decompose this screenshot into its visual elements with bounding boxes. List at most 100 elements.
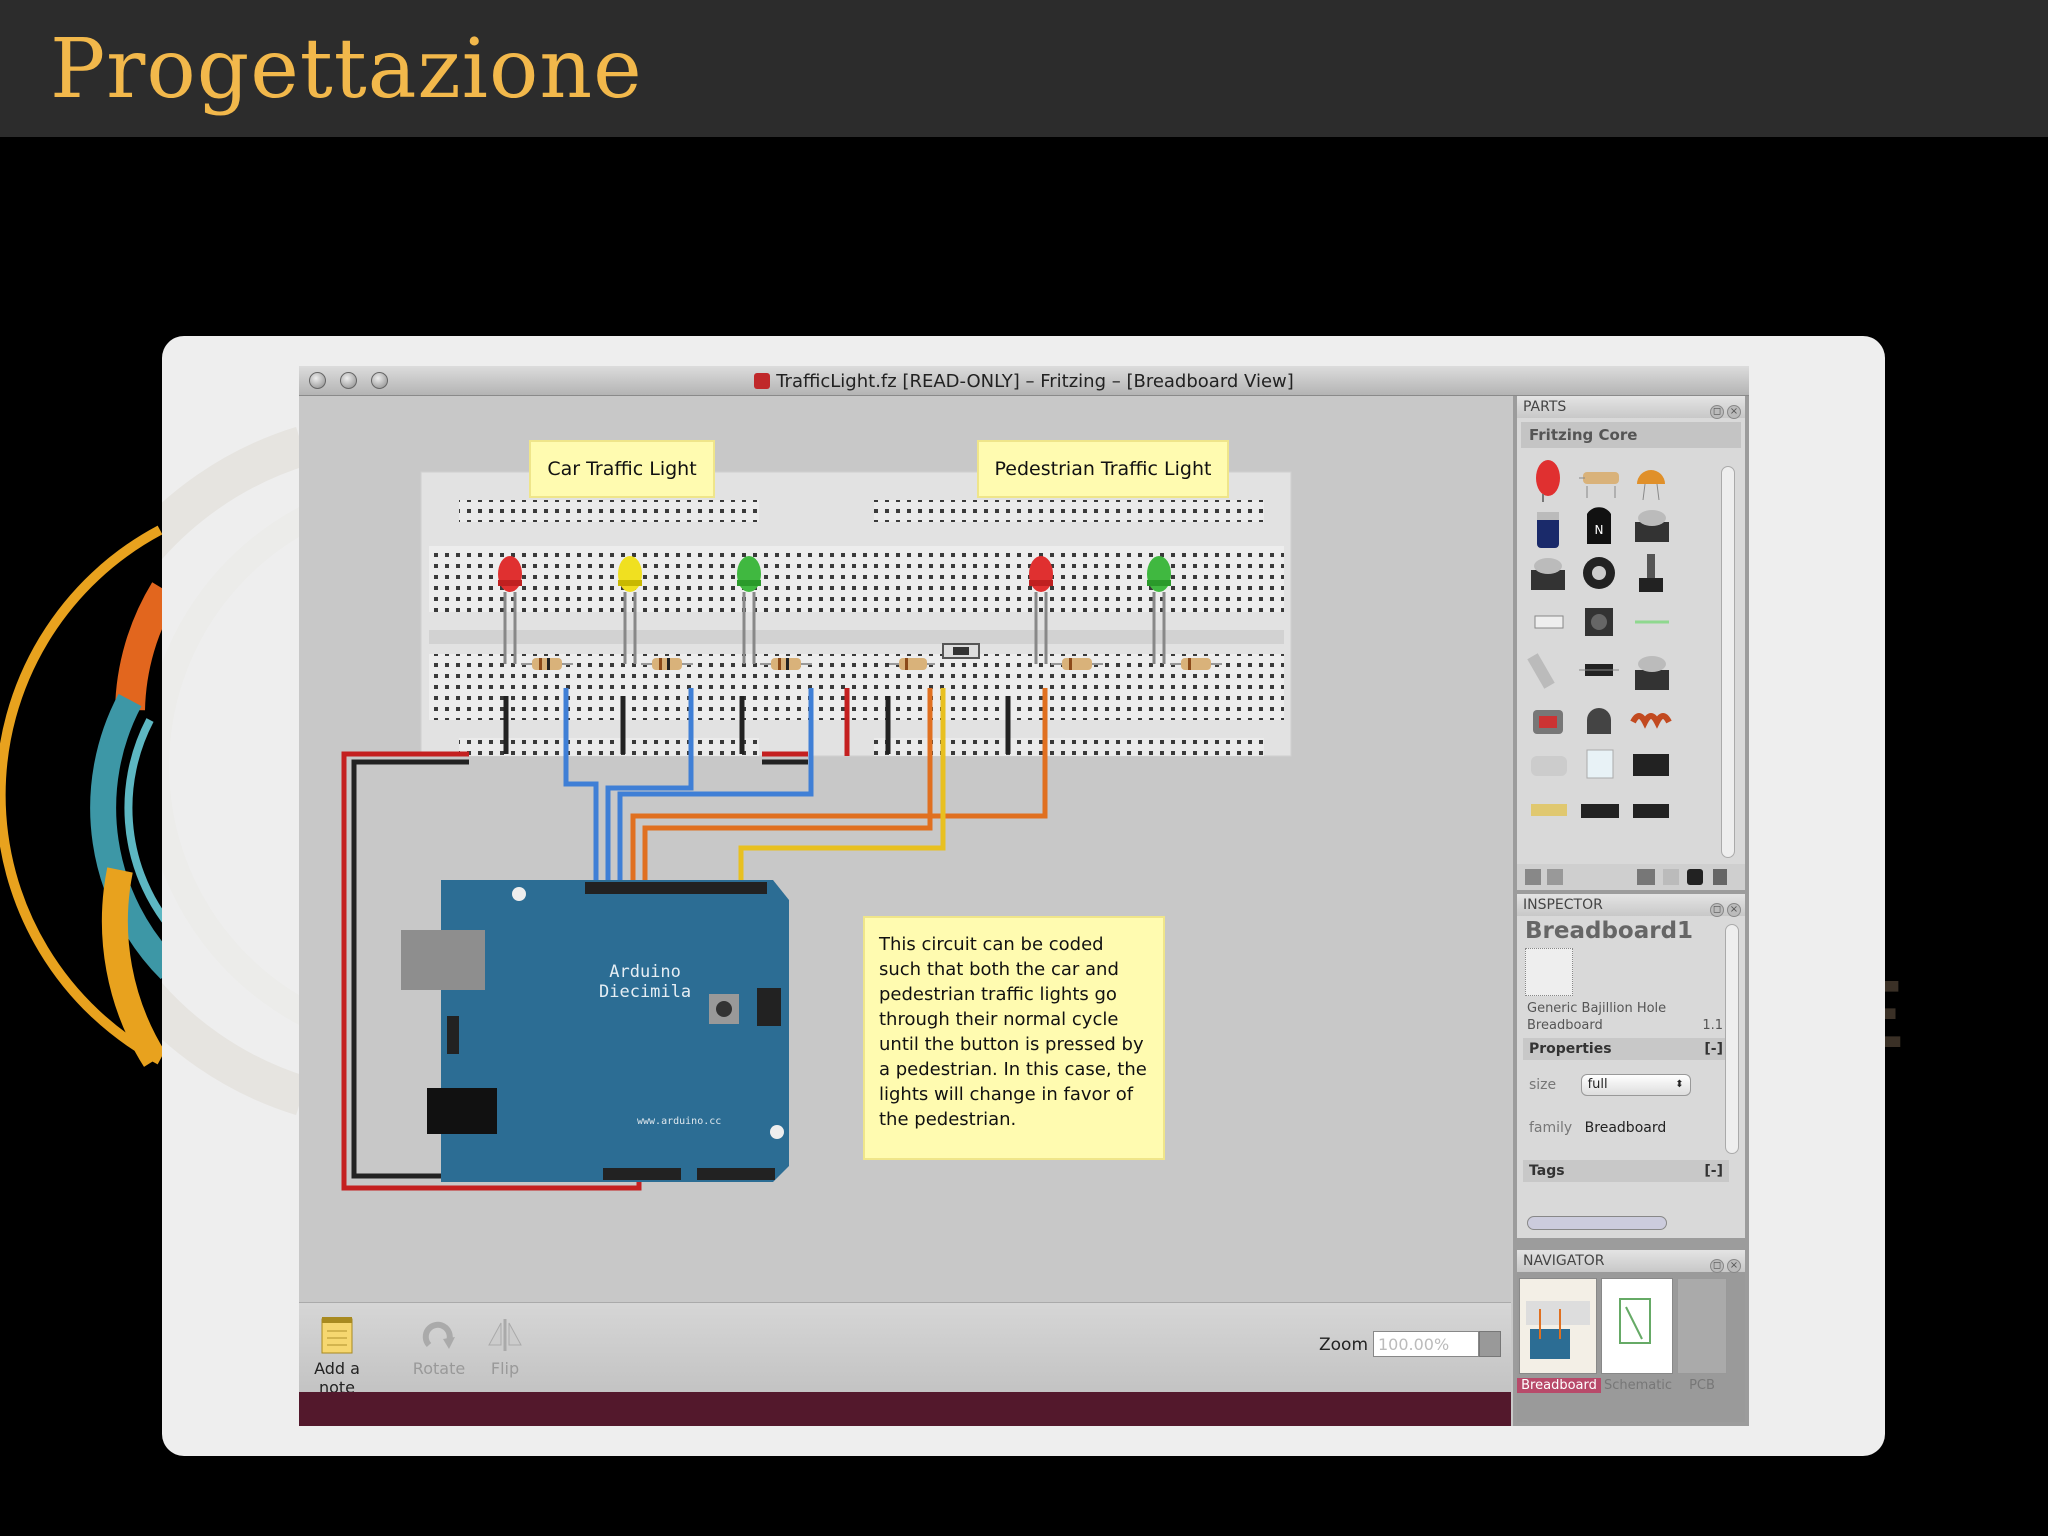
family-property-value: Breadboard	[1584, 1120, 1667, 1136]
float-panel-icon[interactable]: ◻	[1710, 903, 1724, 917]
part-resistor-icon[interactable]	[1579, 472, 1619, 498]
zoom-label: Zoom	[1319, 1335, 1369, 1355]
nav-view-schematic[interactable]: Schematic	[1601, 1378, 1675, 1393]
part-strip-icon[interactable]	[1531, 804, 1669, 818]
arduino-label-line1: Arduino	[609, 962, 681, 982]
car-traffic-light-note-text: Car Traffic Light	[547, 458, 697, 480]
grid-view-icon[interactable]	[1525, 869, 1541, 885]
circuit-drawing	[341, 471, 1292, 1191]
parts-grid: N	[1527, 460, 1672, 818]
part-sensor-icon[interactable]	[1531, 558, 1565, 590]
slide-title: Progettazione	[50, 22, 643, 117]
pushbutton[interactable]	[942, 643, 980, 659]
part-diode-icon[interactable]	[1534, 615, 1564, 629]
float-panel-icon[interactable]: ◻	[1710, 1259, 1724, 1273]
navigator-pcb-thumbnail[interactable]	[1677, 1278, 1727, 1374]
part-potentiometer-icon[interactable]	[1639, 554, 1663, 592]
fritzing-bin-icon[interactable]	[1687, 869, 1703, 885]
part-chip-icon[interactable]	[1635, 510, 1669, 542]
close-panel-icon[interactable]: ×	[1727, 1259, 1741, 1273]
properties-section-header[interactable]: Properties [-]	[1523, 1038, 1729, 1060]
zoom-dropdown-button[interactable]	[1479, 1331, 1501, 1357]
family-property-label: family	[1529, 1120, 1573, 1136]
part-lcd-icon[interactable]	[1586, 749, 1614, 779]
status-bar	[299, 1392, 1511, 1426]
open-bin-icon[interactable]	[1637, 869, 1655, 885]
arduino-label: Arduino Diecimila	[599, 962, 691, 1002]
size-select[interactable]: full ⬍	[1580, 1074, 1691, 1096]
arduino-label-line2: Diecimila	[599, 982, 692, 1002]
inspector-horizontal-scrollbar[interactable]	[1527, 1216, 1667, 1230]
navigator-schematic-thumbnail[interactable]	[1601, 1278, 1673, 1374]
inspector-panel: INSPECTOR ◻ × Breadboard1 Generic Bajilli…	[1517, 894, 1745, 1238]
nav-view-pcb[interactable]: PCB	[1677, 1378, 1727, 1393]
size-select-value: full	[1587, 1077, 1608, 1092]
float-panel-icon[interactable]: ◻	[1710, 405, 1724, 419]
properties-toggle[interactable]: [-]	[1704, 1038, 1723, 1060]
navigator-breadboard-thumbnail[interactable]	[1519, 1278, 1597, 1374]
zoom-input[interactable]	[1373, 1331, 1479, 1357]
fritzing-app-icon	[754, 373, 771, 389]
arduino-url: www.arduino.cc	[637, 1116, 722, 1127]
navigator-panel: NAVIGATOR ◻ × Breadboard Schematic PCB	[1517, 1250, 1745, 1422]
tags-toggle[interactable]: [-]	[1704, 1160, 1723, 1182]
part-led-icon[interactable]	[1536, 460, 1560, 502]
part-tilt-switch-icon[interactable]	[1527, 653, 1555, 689]
description-note[interactable]: This circuit can be coded such that both…	[863, 916, 1165, 1160]
part-inductor-icon[interactable]	[1579, 664, 1619, 676]
flip-label: Flip	[490, 1359, 520, 1378]
part-crystal-icon[interactable]	[1531, 756, 1567, 776]
add-note-button[interactable]: Add a note	[307, 1315, 367, 1397]
close-panel-icon[interactable]: ×	[1727, 405, 1741, 419]
background-logo	[0, 525, 170, 1067]
parts-panel-header: PARTS ◻ ×	[1517, 396, 1745, 419]
navigator-panel-header: NAVIGATOR ◻ ×	[1517, 1250, 1745, 1273]
part-relay-icon[interactable]	[1533, 710, 1563, 734]
list-view-icon[interactable]	[1547, 869, 1563, 885]
navigator-header-label: NAVIGATOR	[1523, 1253, 1605, 1269]
title-bar: TrafficLight.fz [READ-ONLY] – Fritzing –…	[299, 366, 1749, 396]
bottom-toolbar: Add a note Rotate Flip Zoom	[299, 1302, 1511, 1397]
svg-text:N: N	[1595, 523, 1604, 537]
breadboard[interactable]	[420, 471, 1292, 757]
rotate-label: Rotate	[412, 1359, 466, 1378]
arduino-board[interactable]	[401, 880, 789, 1182]
rotate-button[interactable]: Rotate	[409, 1315, 469, 1378]
breadboard-thumbnail-icon	[1525, 948, 1573, 996]
part-shift-register-icon[interactable]	[1633, 754, 1669, 776]
inspector-version: 1.1	[1702, 1018, 1723, 1033]
tags-section-header[interactable]: Tags [-]	[1523, 1160, 1729, 1182]
slide-header: Progettazione	[0, 0, 2048, 137]
trash-icon[interactable]	[1713, 869, 1727, 885]
part-ic-icon[interactable]	[1635, 656, 1669, 690]
inspector-scrollbar[interactable]	[1725, 924, 1739, 1154]
note-pad-icon	[321, 1317, 353, 1354]
inspector-panel-header: INSPECTOR ◻ ×	[1517, 894, 1745, 917]
pedestrian-traffic-light-note[interactable]: Pedestrian Traffic Light	[977, 440, 1229, 498]
flip-icon	[488, 1319, 522, 1351]
nav-view-breadboard[interactable]: Breadboard	[1517, 1378, 1601, 1393]
parts-header-label: PARTS	[1523, 399, 1567, 415]
breadboard-canvas[interactable]: Arduino Diecimila www.arduino.cc Car Tra…	[299, 396, 1511, 1302]
part-temp-sensor-icon[interactable]	[1587, 708, 1611, 734]
size-property-label: size	[1529, 1077, 1557, 1093]
part-ceramic-capacitor-icon[interactable]	[1637, 470, 1665, 501]
size-property-row: size full ⬍	[1517, 1074, 1745, 1096]
parts-scrollbar[interactable]	[1721, 466, 1735, 858]
close-panel-icon[interactable]: ×	[1727, 903, 1741, 917]
inspector-title: Breadboard1	[1525, 918, 1694, 944]
inspector-description: Generic Bajillion Hole Breadboard 1.1	[1517, 1000, 1745, 1034]
part-coil-icon[interactable]	[1630, 713, 1672, 729]
properties-label: Properties	[1529, 1041, 1612, 1057]
window-title-text: TrafficLight.fz [READ-ONLY] – Fritzing –…	[776, 371, 1294, 392]
flip-button[interactable]: Flip	[475, 1315, 535, 1378]
description-note-text: This circuit can be coded such that both…	[879, 934, 1147, 1130]
part-button-icon[interactable]	[1585, 608, 1613, 636]
part-speaker-icon[interactable]	[1583, 557, 1615, 589]
parts-bin-toolbar	[1517, 864, 1745, 890]
part-electrolytic-capacitor-icon[interactable]	[1537, 512, 1559, 548]
inspector-description-text: Generic Bajillion Hole Breadboard	[1527, 1001, 1667, 1033]
part-transistor-icon[interactable]: N	[1587, 507, 1611, 544]
save-bin-icon[interactable]	[1663, 869, 1679, 885]
car-traffic-light-note[interactable]: Car Traffic Light	[529, 440, 715, 498]
